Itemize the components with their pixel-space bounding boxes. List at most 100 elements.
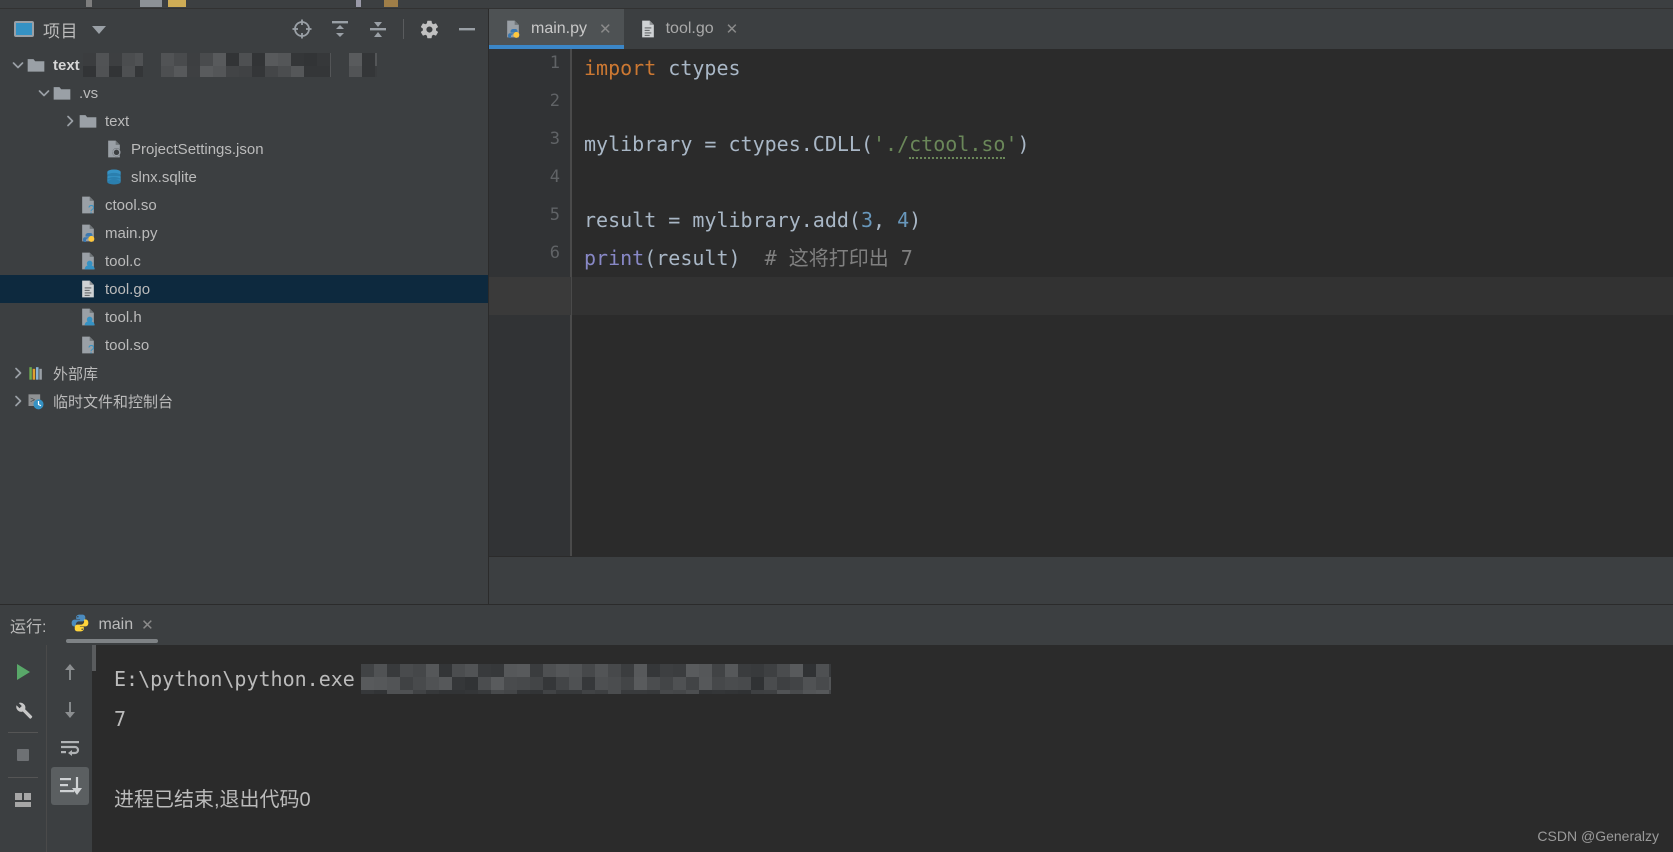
editor-tab-label: tool.go <box>665 20 714 37</box>
tree-arrow-placeholder <box>62 225 78 241</box>
down-stack-trace-button[interactable] <box>51 691 89 729</box>
chevron-down-icon[interactable] <box>92 26 106 34</box>
unknown-file-icon: ? <box>78 335 98 356</box>
scroll-from-source-icon[interactable] <box>289 16 315 42</box>
close-icon[interactable]: ✕ <box>599 22 612 37</box>
code-token: ) <box>909 208 922 232</box>
tree-item-mainpy[interactable]: main.py <box>0 219 488 247</box>
hide-panel-icon[interactable] <box>454 16 480 42</box>
tree-item-label: main.py <box>105 224 158 242</box>
tree-item-[interactable]: 外部库 <box>0 359 488 387</box>
tree-item-label: tool.h <box>105 308 142 326</box>
run-left-toolbar <box>0 645 46 852</box>
line-number: 6 <box>549 243 560 263</box>
code-token: .CDLL( <box>800 132 874 156</box>
tree-item-toolso[interactable]: ? tool.so <box>0 331 488 359</box>
tree-item-label: text <box>105 112 130 130</box>
tree-item-label: ProjectSettings.json <box>131 140 264 158</box>
run-panel-body: E:\python\python.exe 7 进程已结束,退出代码0 <box>0 645 1673 852</box>
run-panel-header: 运行: main ✕ <box>0 605 1673 645</box>
code-line: result = mylibrary.add(3, 4) <box>584 201 1673 239</box>
tree-item-label: tool.go <box>105 280 151 298</box>
tree-arrow-placeholder <box>88 169 104 185</box>
project-panel-header: 项目 <box>0 9 488 49</box>
collapse-all-icon[interactable] <box>365 16 391 42</box>
console-line: 进程已结束,退出代码0 <box>114 779 1673 820</box>
tree-item-ctoolso[interactable]: ? ctool.so <box>0 191 488 219</box>
line-number: 3 <box>549 129 560 149</box>
ide-window: 项目 text .vs text ProjectSettings.json sl… <box>0 0 1673 852</box>
tree-item-toolh[interactable]: tool.h <box>0 303 488 331</box>
json-file-icon <box>104 139 124 159</box>
code-line: import ctypes <box>584 49 1673 87</box>
line-number: 1 <box>549 53 560 73</box>
chevron-down-icon[interactable] <box>10 57 26 73</box>
chevron-down-icon[interactable] <box>36 85 52 101</box>
stop-button[interactable] <box>4 736 42 774</box>
c-file-icon <box>78 307 98 327</box>
tree-item-label: 临时文件和控制台 <box>53 393 174 411</box>
console-line <box>114 739 1673 779</box>
code-content[interactable]: import ctypes mylibrary = ctypes.CDLL('.… <box>584 49 1673 604</box>
code-editor[interactable]: 1234567 import ctypes mylibrary = ctypes… <box>489 49 1673 604</box>
unknown-file-icon: ? <box>78 195 98 216</box>
external-libraries-icon <box>26 363 46 383</box>
rerun-button[interactable] <box>4 653 42 691</box>
close-icon[interactable]: ✕ <box>726 22 739 37</box>
tree-item-label: text <box>53 56 80 74</box>
close-icon[interactable]: ✕ <box>141 616 154 634</box>
expand-all-icon[interactable] <box>327 16 353 42</box>
tree-item-toolgo[interactable]: tool.go <box>0 275 488 303</box>
text-file-icon <box>638 19 658 39</box>
tree-arrow-placeholder <box>62 253 78 269</box>
database-file-icon <box>104 167 124 187</box>
tree-item-label: tool.so <box>105 336 150 354</box>
python-file-icon <box>78 223 98 243</box>
tree-item-text[interactable]: text <box>0 107 488 135</box>
chevron-right-icon[interactable] <box>62 113 78 129</box>
console-line-text: E:\python\python.exe <box>114 667 355 691</box>
run-tab-main[interactable]: main ✕ <box>60 605 163 645</box>
soft-wrap-button[interactable] <box>51 729 89 767</box>
editor-bottom-strip <box>489 556 1673 604</box>
chevron-right-icon[interactable] <box>10 393 26 409</box>
tree-item-toolc[interactable]: tool.c <box>0 247 488 275</box>
tree-item-slnxsqlite[interactable]: slnx.sqlite <box>0 163 488 191</box>
tree-arrow-placeholder <box>62 309 78 325</box>
tree-arrow-placeholder <box>62 197 78 213</box>
tree-item-projectsettingsjson[interactable]: ProjectSettings.json <box>0 135 488 163</box>
code-token: ctypes <box>656 56 741 80</box>
run-tab-label: main <box>98 616 134 633</box>
settings-gear-icon[interactable] <box>416 16 442 42</box>
editor-area: main.py✕tool.go✕ 1234567 import ctypes m… <box>489 9 1673 604</box>
tree-item-[interactable]: >_ 临时文件和控制台 <box>0 387 488 415</box>
editor-tab-toolgo[interactable]: tool.go ✕ <box>624 9 751 49</box>
console-scrollbar[interactable] <box>92 645 96 671</box>
tree-arrow-placeholder <box>62 281 78 297</box>
caret-line-gutter-highlight <box>489 277 571 315</box>
project-tool-window: 项目 text .vs text ProjectSettings.json sl… <box>0 9 489 604</box>
censored-text <box>82 53 143 77</box>
chevron-right-icon[interactable] <box>10 365 26 381</box>
c-file-icon <box>78 251 98 271</box>
editor-tab-mainpy[interactable]: main.py ✕ <box>489 9 624 49</box>
code-token: ) <box>1017 132 1030 156</box>
watermark: CSDN @Generalzy <box>1537 828 1659 844</box>
svg-text:?: ? <box>88 343 95 355</box>
toolbar-separator <box>8 777 38 778</box>
console-output[interactable]: E:\python\python.exe 7 进程已结束,退出代码0 <box>92 645 1673 852</box>
tree-item-label: slnx.sqlite <box>131 168 197 186</box>
layout-button[interactable] <box>4 781 42 819</box>
line-number: 2 <box>549 91 560 111</box>
code-token: './ <box>873 132 910 156</box>
code-token: ctool.so <box>909 132 1006 159</box>
scroll-to-end-button[interactable] <box>50 767 89 805</box>
tree-item-vs[interactable]: .vs <box>0 79 488 107</box>
project-panel-toolbar <box>289 9 480 49</box>
tree-arrow-placeholder <box>62 337 78 353</box>
tree-item-text[interactable]: text <box>0 51 488 79</box>
up-stack-trace-button[interactable] <box>51 653 89 691</box>
edit-configurations-button[interactable] <box>4 691 42 729</box>
code-token: # 这将打印出 7 <box>764 246 913 270</box>
